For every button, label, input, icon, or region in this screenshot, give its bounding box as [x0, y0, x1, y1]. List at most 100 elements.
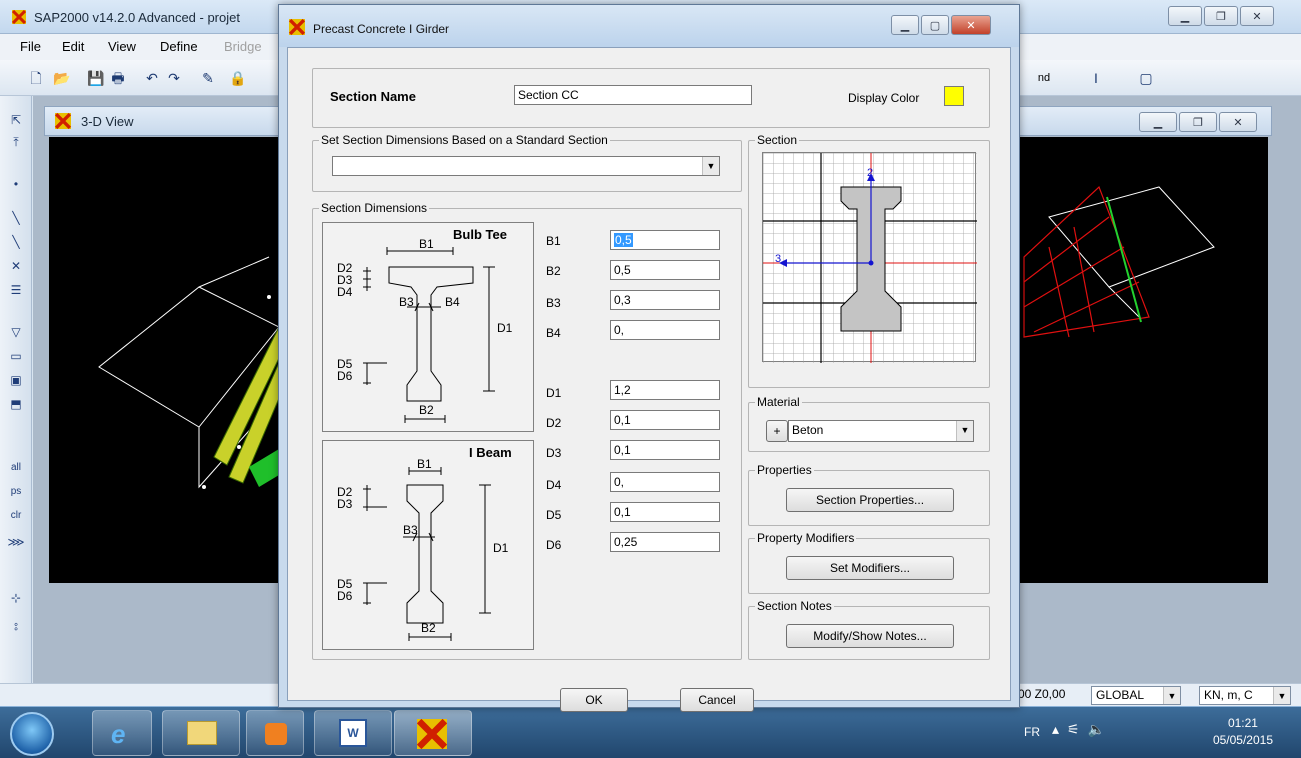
- bulb-tee-label-b3: B3: [399, 295, 414, 309]
- dialog-maximize-button[interactable]: ▢: [921, 15, 949, 35]
- i-beam-label-d1: D1: [493, 541, 509, 555]
- cancel-button[interactable]: Cancel: [680, 688, 754, 712]
- set-modifiers-button[interactable]: Set Modifiers...: [786, 556, 954, 580]
- language-indicator[interactable]: FR: [1024, 725, 1040, 739]
- display-color-swatch[interactable]: [944, 86, 964, 106]
- restore-button[interactable]: ❐: [1204, 6, 1238, 26]
- dim-input-d4[interactable]: 0,: [610, 472, 720, 492]
- draw-links-icon[interactable]: ☰: [6, 280, 26, 300]
- dim-input-d5[interactable]: 0,1: [610, 502, 720, 522]
- new-model-icon[interactable]: 🗋: [26, 68, 46, 88]
- frame-section-icon[interactable]: I: [1086, 68, 1106, 88]
- add-material-button[interactable]: +: [766, 420, 788, 442]
- word-taskbar-button[interactable]: W: [314, 710, 392, 756]
- lock-icon[interactable]: 🔒: [228, 68, 248, 88]
- menu-define[interactable]: Define: [160, 39, 198, 54]
- material-dropdown[interactable]: Beton ▼: [788, 420, 974, 442]
- dim-input-b1[interactable]: 0,5: [610, 230, 720, 250]
- dialog-minimize-button[interactable]: ▁: [891, 15, 919, 35]
- save-icon[interactable]: 💾: [86, 68, 106, 88]
- draw-point-icon[interactable]: •: [6, 174, 26, 194]
- close-app-button[interactable]: ✕: [1240, 6, 1274, 26]
- folder-icon: [187, 721, 217, 745]
- material-value: Beton: [792, 423, 824, 437]
- i-beam-label-d6: D6: [337, 589, 353, 603]
- app-window-controls: ▁ ❐ ✕: [1168, 6, 1274, 26]
- dim-input-d2[interactable]: 0,1: [610, 410, 720, 430]
- standard-section-dropdown[interactable]: ▼: [332, 156, 720, 176]
- speaker-muted-icon[interactable]: 🔈: [1088, 721, 1113, 737]
- snap-icon[interactable]: ⊹: [6, 588, 26, 608]
- menu-view[interactable]: View: [108, 39, 136, 54]
- coord-system-dropdown[interactable]: GLOBAL ▼: [1091, 686, 1181, 705]
- dim-input-b2[interactable]: 0,5: [610, 260, 720, 280]
- show-hidden-icons-icon[interactable]: ▴: [1052, 721, 1067, 737]
- clear-selection-icon[interactable]: clr: [6, 506, 26, 526]
- intersecting-line-icon[interactable]: ⋙: [6, 532, 26, 552]
- dialog-close-button[interactable]: ✕: [951, 15, 991, 35]
- draw-solid-icon[interactable]: ⬒: [6, 394, 26, 414]
- units-value: KN, m, C: [1204, 688, 1253, 702]
- select-all-icon[interactable]: all: [6, 458, 26, 478]
- precast-girder-dialog: Precast Concrete I Girder ▁ ▢ ✕ Section …: [278, 4, 1020, 712]
- units-dropdown[interactable]: KN, m, C ▼: [1199, 686, 1291, 705]
- previous-selection-icon[interactable]: ps: [6, 482, 26, 502]
- ok-button[interactable]: OK: [560, 688, 628, 712]
- section-preview-label: Section: [755, 133, 800, 147]
- section-properties-button[interactable]: Section Properties...: [786, 488, 954, 512]
- minimize-button[interactable]: ▁: [1168, 6, 1202, 26]
- dim-input-d1[interactable]: 1,2: [610, 380, 720, 400]
- toolbar-right-label: nd: [1037, 72, 1051, 84]
- menu-edit[interactable]: Edit: [62, 39, 84, 54]
- dim-label-b3: B3: [546, 296, 561, 310]
- area-section-icon[interactable]: ▢: [1136, 68, 1156, 88]
- taskbar-clock[interactable]: 01:21 05/05/2015: [1213, 715, 1273, 749]
- clock-date: 05/05/2015: [1212, 733, 1273, 747]
- explorer-taskbar-button[interactable]: [162, 710, 240, 756]
- reshape-icon[interactable]: ⤒: [6, 132, 26, 152]
- draw-poly-area-icon[interactable]: ▽: [6, 322, 26, 342]
- view-close-button[interactable]: ✕: [1219, 112, 1257, 132]
- standard-section-label: Set Section Dimensions Based on a Standa…: [319, 133, 610, 147]
- i-beam-label-b2: B2: [421, 621, 436, 635]
- sap2000-taskbar-button[interactable]: [394, 710, 472, 756]
- menu-bridge[interactable]: Bridge: [224, 39, 262, 54]
- draw-rect-area-icon[interactable]: ▭: [6, 346, 26, 366]
- section-name-input[interactable]: Section CC: [514, 85, 752, 105]
- view-restore-button[interactable]: ❐: [1179, 112, 1217, 132]
- dim-label-d3: D3: [546, 446, 562, 460]
- media-taskbar-button[interactable]: [246, 710, 304, 756]
- axis-3-label: 3: [775, 253, 782, 265]
- quick-area-icon[interactable]: ▣: [6, 370, 26, 390]
- undo-icon[interactable]: ↶: [142, 68, 162, 88]
- bulb-tee-label-d1: D1: [497, 321, 513, 335]
- menu-file[interactable]: File: [20, 39, 41, 54]
- quick-frame-icon[interactable]: ╲: [6, 232, 26, 252]
- dim-input-d3[interactable]: 0,1: [610, 440, 720, 460]
- dim-value-b1: 0,5: [614, 233, 633, 247]
- print-icon[interactable]: 🖶: [108, 68, 128, 88]
- start-button[interactable]: [10, 712, 54, 756]
- redo-icon[interactable]: ↷: [164, 68, 184, 88]
- axis-2-label: 2: [867, 167, 874, 179]
- network-icon[interactable]: ⚟: [1067, 721, 1088, 737]
- snap-midpoint-icon[interactable]: ⦂: [6, 616, 26, 636]
- pencil-icon[interactable]: ✎: [198, 68, 218, 88]
- draw-brace-icon[interactable]: ✕: [6, 256, 26, 276]
- open-icon[interactable]: 📂: [52, 68, 72, 88]
- windows-taskbar: e W FR ▴⚟🔈 01:21 05/05/2015: [0, 706, 1301, 758]
- pointer-icon[interactable]: ⇱: [6, 110, 26, 130]
- modify-show-notes-button[interactable]: Modify/Show Notes...: [786, 624, 954, 648]
- ie-taskbar-button[interactable]: e: [92, 710, 152, 756]
- i-beam-label-b3: B3: [403, 523, 418, 537]
- dim-input-d6[interactable]: 0,25: [610, 532, 720, 552]
- dialog-body: Section Name Section CC Display Color Se…: [287, 47, 1011, 712]
- bulb-tee-label-b4: B4: [445, 295, 460, 309]
- view-minimize-button[interactable]: ▁: [1139, 112, 1177, 132]
- draw-frame-icon[interactable]: ╲: [6, 208, 26, 228]
- sap-logo-icon: [417, 719, 447, 749]
- dim-input-b3[interactable]: 0,3: [610, 290, 720, 310]
- dim-label-b2: B2: [546, 264, 561, 278]
- dim-input-b4[interactable]: 0,: [610, 320, 720, 340]
- property-modifiers-label: Property Modifiers: [755, 531, 857, 545]
